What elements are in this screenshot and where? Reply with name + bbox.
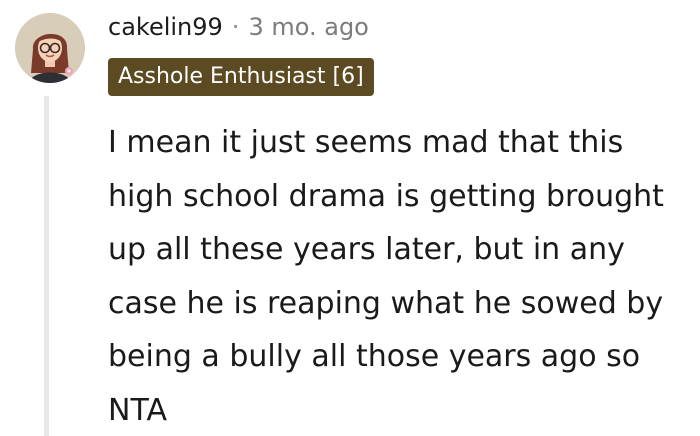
comment-timestamp[interactable]: 3 mo. ago: [248, 13, 368, 41]
user-flair-badge: Asshole Enthusiast [6]: [108, 58, 374, 96]
user-avatar-icon[interactable]: [15, 13, 85, 83]
comment: cakelin99 · 3 mo. ago Asshole Enthusiast…: [0, 0, 700, 436]
comment-body: I mean it just seems mad that this high …: [108, 125, 664, 428]
comment-meta: cakelin99 · 3 mo. ago: [108, 10, 369, 44]
username-link[interactable]: cakelin99: [108, 13, 223, 41]
thread-collapse-line[interactable]: [44, 96, 49, 436]
meta-separator: ·: [231, 13, 240, 41]
